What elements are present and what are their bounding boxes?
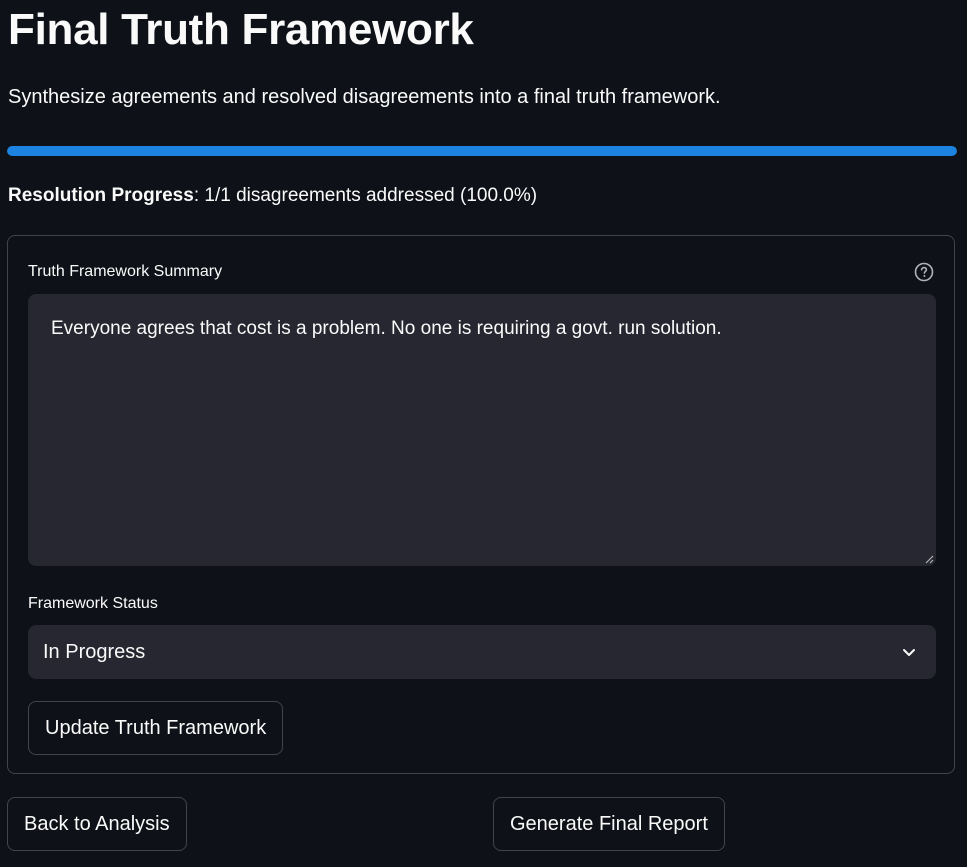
- status-label: Framework Status: [28, 595, 158, 612]
- status-select[interactable]: In Progress: [28, 625, 936, 679]
- back-to-analysis-button[interactable]: Back to Analysis: [7, 797, 187, 851]
- status-selected-value: In Progress: [43, 641, 146, 663]
- question-circle-icon[interactable]: [914, 262, 934, 282]
- update-framework-button[interactable]: Update Truth Framework: [28, 701, 284, 755]
- progress-detail: : 1/1 disagreements addressed (100.0%): [193, 185, 538, 206]
- generate-report-button[interactable]: Generate Final Report: [493, 797, 725, 851]
- summary-label: Truth Framework Summary: [28, 263, 223, 280]
- page: Final Truth Framework Synthesize agreeme…: [0, 0, 967, 867]
- progress-bar-fill: [7, 146, 957, 156]
- page-title: Final Truth Framework: [8, 5, 474, 54]
- progress-bar: [7, 146, 957, 156]
- progress-text: Resolution Progress: 1/1 disagreements a…: [8, 183, 537, 209]
- truth-framework-form: Truth Framework Summary Everyone agrees …: [7, 235, 955, 774]
- resize-handle-icon[interactable]: [924, 554, 934, 564]
- progress-label: Resolution Progress: [8, 185, 194, 206]
- summary-textarea[interactable]: Everyone agrees that cost is a problem. …: [28, 294, 936, 566]
- page-subtitle: Synthesize agreements and resolved disag…: [8, 86, 721, 108]
- chevron-down-icon: [903, 649, 915, 656]
